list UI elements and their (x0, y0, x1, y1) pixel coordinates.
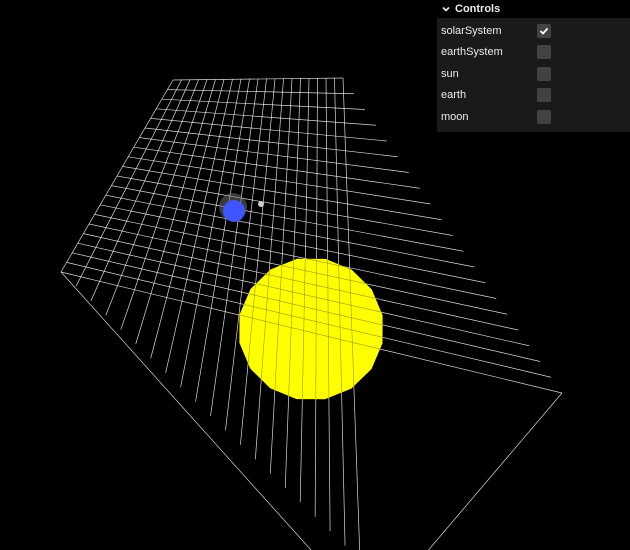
controls-panel: Controls solarSystem earthSystem sun ear… (437, 0, 630, 132)
grid-line (116, 175, 453, 236)
sun-sphere (239, 258, 383, 400)
control-label: solarSystem (441, 24, 502, 37)
checkbox-moon[interactable] (537, 109, 551, 124)
control-label: earthSystem (441, 46, 503, 59)
control-row-sun[interactable]: sun (437, 63, 630, 85)
earth-sphere (223, 200, 245, 222)
control-row-moon[interactable]: moon (437, 106, 630, 128)
control-label: moon (441, 110, 469, 123)
grid-line (122, 166, 442, 221)
control-label: earth (441, 89, 467, 102)
control-row-earth[interactable]: earth (437, 85, 630, 107)
checkbox-sun[interactable] (537, 66, 551, 81)
grid-line (111, 185, 464, 252)
controls-title: Controls (455, 3, 501, 15)
control-label: sun (441, 67, 459, 80)
grid-line (75, 79, 182, 287)
grid-line (90, 79, 191, 301)
checkbox-solarsystem[interactable] (537, 23, 551, 38)
control-row-solarsystem[interactable]: solarSystem (437, 20, 630, 42)
checkbox-earth[interactable] (537, 88, 551, 103)
earth-system (219, 193, 264, 222)
grid-line (144, 127, 398, 158)
moon-sphere (258, 201, 264, 207)
grid-line (428, 392, 563, 550)
controls-list: solarSystem earthSystem sun earth moon (437, 18, 630, 132)
control-row-earthsystem[interactable]: earthSystem (437, 42, 630, 64)
checkmark-icon (539, 27, 549, 35)
grid-line (180, 79, 242, 388)
grid-line (135, 79, 216, 345)
grid-line (150, 79, 225, 359)
checkbox-earthsystem[interactable] (537, 45, 551, 60)
grid-line (195, 79, 250, 402)
grid-line (150, 118, 387, 142)
sun (239, 258, 383, 400)
grid-line (105, 194, 475, 268)
chevron-down-icon (440, 3, 452, 15)
grid-line (156, 108, 376, 126)
controls-header[interactable]: Controls (437, 0, 630, 18)
